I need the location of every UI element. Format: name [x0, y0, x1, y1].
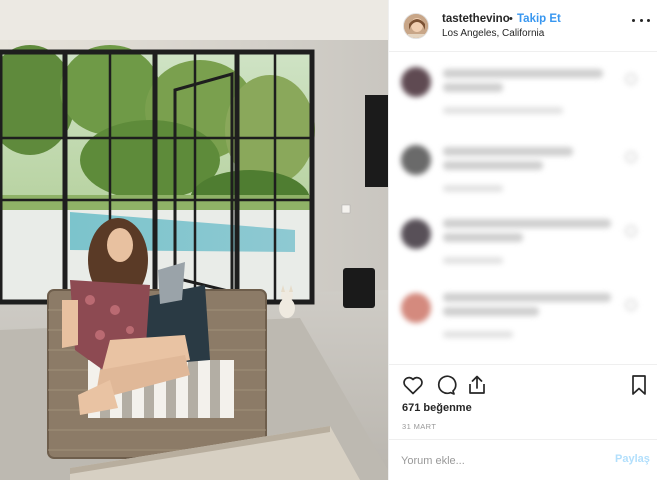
list-item	[389, 209, 657, 279]
separator-dot: •	[509, 13, 513, 25]
speech-bubble-icon[interactable]	[433, 373, 457, 397]
location-link[interactable]: Los Angeles, California	[442, 28, 544, 39]
post-photo[interactable]	[0, 0, 388, 480]
comments-list	[389, 53, 657, 363]
list-item	[389, 135, 657, 205]
avatar[interactable]	[403, 13, 429, 39]
post-header: tastethevino • Takip Et Los Angeles, Cal…	[389, 0, 657, 52]
username[interactable]: tastethevino	[442, 13, 510, 25]
likes-count[interactable]: 671 beğenme	[402, 402, 472, 414]
post-comment-button[interactable]: Paylaş	[615, 453, 650, 465]
list-item	[389, 57, 657, 127]
bookmark-icon[interactable]	[627, 373, 651, 397]
follow-button[interactable]: Takip Et	[517, 13, 561, 25]
comment-input[interactable]	[401, 452, 601, 470]
ellipsis-icon[interactable]	[632, 13, 650, 27]
post-date[interactable]: 31 MART	[402, 422, 436, 431]
list-item	[389, 283, 657, 353]
post-sidebar: tastethevino • Takip Et Los Angeles, Cal…	[388, 0, 657, 480]
post-actions: 671 beğenme 31 MART Paylaş	[389, 364, 657, 480]
share-icon[interactable]	[465, 373, 489, 397]
heart-icon[interactable]	[401, 373, 425, 397]
comment-form: Paylaş	[389, 439, 657, 480]
